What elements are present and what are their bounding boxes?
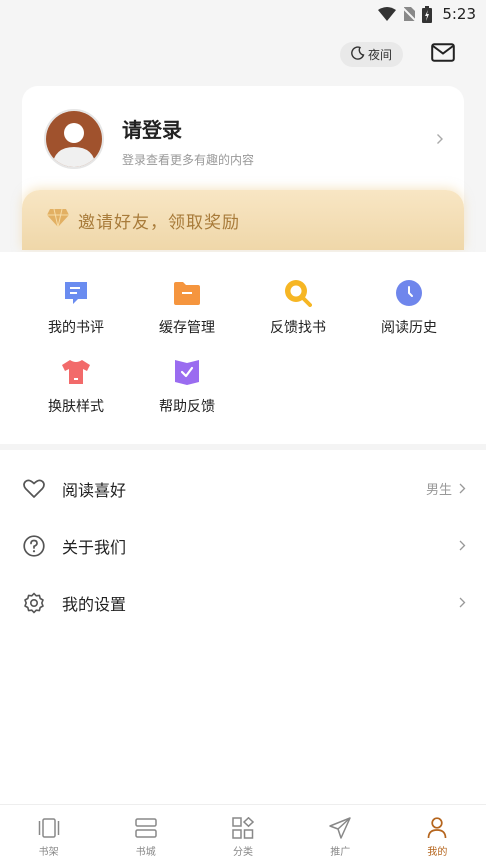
tab-label: 我的	[427, 847, 448, 858]
wifi-icon	[378, 7, 397, 21]
tab-label: 书城	[135, 847, 156, 858]
night-mode-label: 夜间	[367, 48, 392, 62]
battery-icon	[422, 5, 433, 23]
login-subtitle: 登录查看更多有趣的内容	[122, 153, 255, 167]
folder-icon	[172, 278, 202, 308]
bottom-tab-bar: 书架 书城 分类 推广 我的	[0, 804, 486, 864]
diamond-icon	[46, 208, 70, 232]
tab-bookstore[interactable]: 书城	[97, 805, 194, 864]
chevron-right-icon	[459, 597, 466, 608]
section-divider	[0, 444, 486, 450]
clock-icon	[394, 278, 424, 308]
comment-icon	[61, 278, 91, 308]
tab-label: 书架	[38, 847, 59, 858]
night-mode-button[interactable]: 夜间	[340, 42, 403, 67]
bookstore-icon	[134, 816, 158, 840]
grid-label: 帮助反馈	[159, 399, 215, 415]
invite-label: 邀请好友，领取奖励	[78, 212, 240, 233]
status-bar: 5:23	[0, 0, 486, 28]
search-book-icon	[283, 278, 313, 308]
grid-item-theme[interactable]: 换肤样式	[21, 357, 131, 417]
list-item-reading-preference[interactable]: 阅读喜好 男生	[0, 460, 486, 517]
moon-icon	[351, 46, 365, 63]
grid-label: 阅读历史	[381, 320, 437, 336]
grid-item-cache[interactable]: 缓存管理	[132, 278, 242, 338]
help-check-icon	[172, 357, 202, 387]
login-title[interactable]: 请登录	[122, 114, 182, 143]
grid-item-help[interactable]: 帮助反馈	[132, 357, 242, 417]
tab-promote[interactable]: 推广	[292, 805, 389, 864]
send-icon	[328, 816, 352, 840]
chevron-right-icon	[459, 483, 466, 494]
list-item-about-us[interactable]: 关于我们	[0, 517, 486, 574]
grid-item-feedback-book[interactable]: 反馈找书	[243, 278, 353, 338]
status-time: 5:23	[442, 5, 476, 23]
question-icon	[22, 534, 46, 558]
tab-mine[interactable]: 我的	[389, 805, 486, 864]
chevron-right-icon	[436, 130, 444, 149]
tab-bookshelf[interactable]: 书架	[0, 805, 97, 864]
bookshelf-icon	[37, 816, 61, 840]
grid-label: 缓存管理	[159, 320, 215, 336]
list-label: 我的设置	[62, 594, 127, 614]
person-icon	[425, 816, 449, 840]
list-value: 男生	[425, 483, 452, 498]
function-grid: 我的书评 缓存管理 反馈找书 阅读历史 换肤样式 帮助反馈	[0, 252, 486, 444]
grid-item-history[interactable]: 阅读历史	[354, 278, 464, 338]
shirt-icon	[61, 357, 91, 387]
message-button[interactable]	[431, 42, 455, 66]
grid-label: 换肤样式	[48, 399, 104, 415]
list-label: 阅读喜好	[62, 480, 127, 500]
invite-banner[interactable]: 邀请好友，领取奖励	[22, 190, 464, 250]
tab-label: 推广	[330, 847, 351, 858]
list-label: 关于我们	[62, 537, 127, 557]
heart-icon	[22, 477, 46, 501]
tab-label: 分类	[233, 847, 253, 858]
no-sim-icon	[402, 6, 417, 22]
tab-category[interactable]: 分类	[194, 805, 291, 864]
list-item-settings[interactable]: 我的设置	[0, 574, 486, 631]
grid-item-my-reviews[interactable]: 我的书评	[21, 278, 131, 338]
category-icon	[231, 816, 255, 840]
grid-label: 我的书评	[48, 320, 104, 336]
gear-icon	[22, 591, 46, 615]
grid-label: 反馈找书	[270, 320, 326, 336]
avatar[interactable]	[44, 109, 104, 169]
chevron-right-icon	[459, 540, 466, 551]
mail-icon	[431, 42, 455, 66]
